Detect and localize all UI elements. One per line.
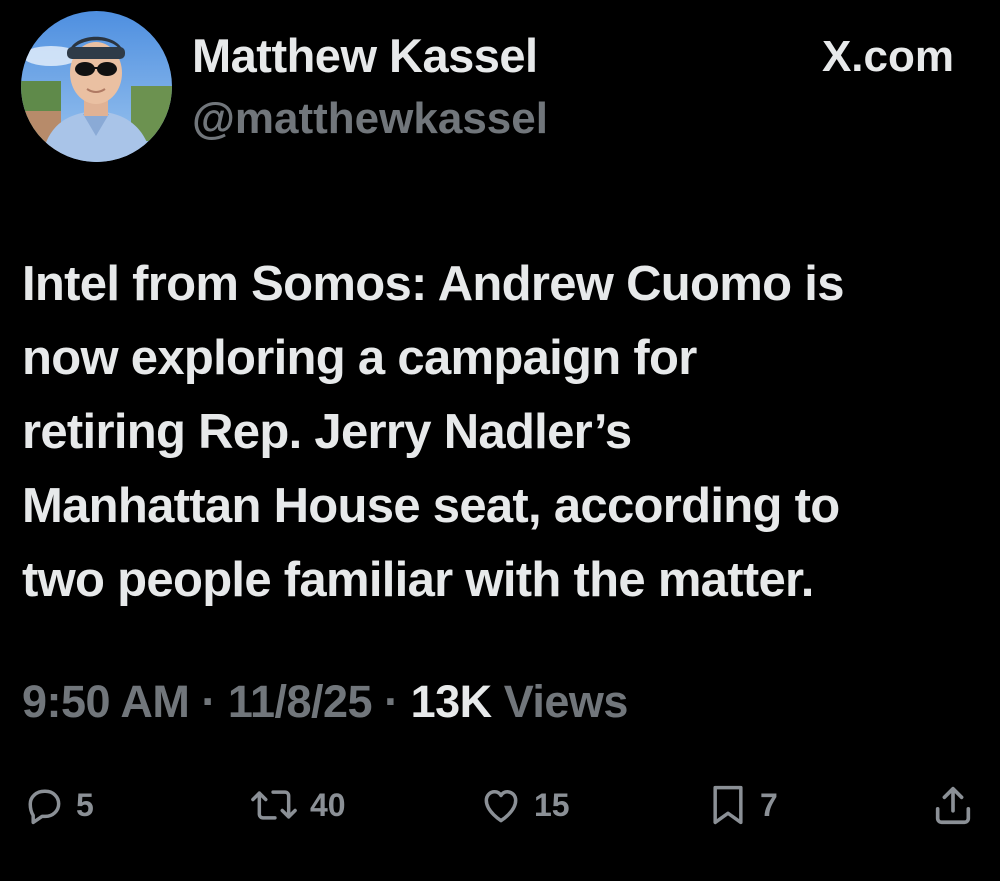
- tweet-line: now exploring a campaign for: [22, 331, 697, 385]
- bookmark-icon: [713, 785, 743, 825]
- display-name[interactable]: Matthew Kassel: [192, 28, 538, 83]
- source-label: X.com: [822, 32, 954, 82]
- reply-count: 5: [76, 786, 94, 823]
- meta-separator: ·: [201, 676, 216, 727]
- avatar-photo: [21, 11, 172, 162]
- bookmark-button[interactable]: 7: [706, 775, 778, 835]
- tweet-meta: 9:50 AM · 11/8/25 · 13K Views: [22, 676, 628, 728]
- action-bar: 5 40 15 7: [0, 775, 1000, 835]
- tweet-line: two people familiar with the matter.: [22, 553, 814, 607]
- tweet-time[interactable]: 9:50 AM: [22, 676, 190, 727]
- avatar[interactable]: [21, 11, 172, 162]
- bookmark-count: 7: [760, 786, 778, 823]
- tweet-line: Manhattan House seat, according to: [22, 479, 840, 533]
- repost-icon: [251, 790, 297, 820]
- heart-icon: [484, 790, 518, 823]
- user-handle[interactable]: @matthewkassel: [192, 94, 548, 144]
- views-count: 13K: [410, 676, 493, 727]
- reply-button[interactable]: 5: [22, 775, 94, 835]
- repost-count: 40: [310, 786, 346, 823]
- views-label: Views: [503, 676, 629, 727]
- share-button[interactable]: [930, 775, 976, 835]
- source-text: X.com: [821, 32, 954, 81]
- tweet-line: retiring Rep. Jerry Nadler’s: [22, 405, 632, 459]
- reply-icon: [28, 789, 61, 825]
- tweet-date[interactable]: 11/8/25: [228, 676, 373, 727]
- tweet-text: Intel from Somos: Andrew Cuomo is now ex…: [22, 247, 982, 617]
- like-button[interactable]: 15: [478, 775, 570, 835]
- like-count: 15: [534, 786, 570, 823]
- share-icon: [935, 786, 971, 825]
- tweet-line: Intel from Somos: Andrew Cuomo is: [22, 257, 844, 311]
- meta-separator: ·: [384, 676, 399, 727]
- repost-button[interactable]: 40: [248, 775, 346, 835]
